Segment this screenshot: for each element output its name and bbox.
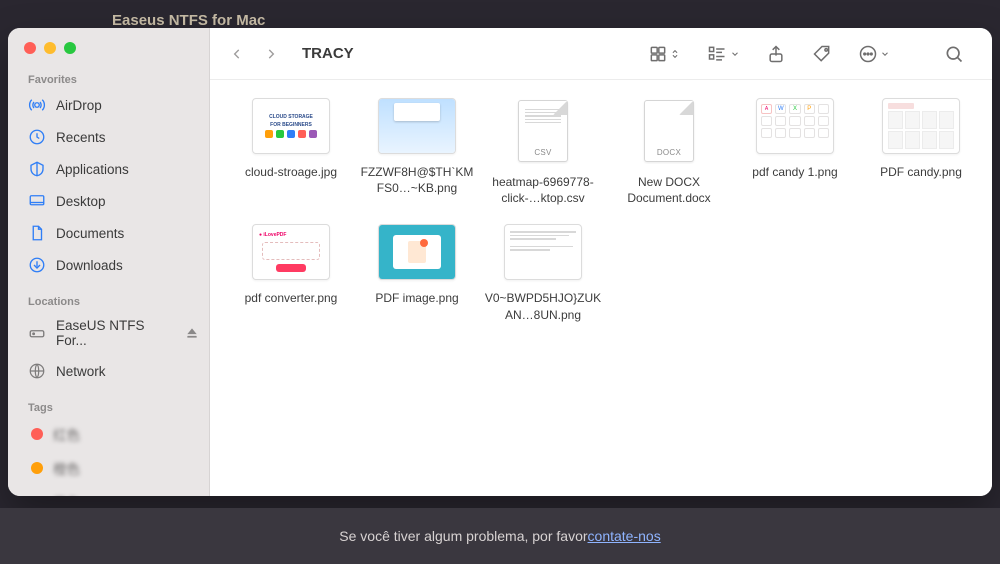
tag-dot-icon [31,462,43,474]
sidebar-tag-orange[interactable]: 橙色 [8,452,209,484]
sidebar-section-tags: Tags [8,400,209,418]
sidebar-locations-list: EaseUS NTFS For... Network [8,312,209,386]
sidebar-item-label: Documents [56,226,124,241]
file-thumbnail [504,224,582,280]
document-icon [28,224,46,242]
sidebar-tags-list: 红色 橙色 黄色 [8,418,209,496]
file-name: pdf converter.png [245,290,338,306]
sidebar-tag-red[interactable]: 红色 [8,418,209,450]
close-window-button[interactable] [24,42,36,54]
file-grid: CLOUD STORAGEFOR BEGINNERS cloud-stroage… [228,98,984,323]
file-thumbnail: AWXP [756,98,834,154]
file-item[interactable]: AWXP pdf candy 1.png [732,98,858,206]
file-grid-area[interactable]: CLOUD STORAGEFOR BEGINNERS cloud-stroage… [210,80,992,496]
sidebar-item-label: Downloads [56,258,123,273]
window-title: TRACY [302,45,354,62]
contact-us-link[interactable]: contate-nos [588,528,661,544]
search-button[interactable] [944,44,964,64]
file-name: V0~BWPD5HJO}ZUKAN…8UN.png [483,290,603,322]
file-thumbnail [882,98,960,154]
download-icon [28,256,46,274]
sidebar-item-label: Recents [56,130,106,145]
sidebar-item-recents[interactable]: Recents [8,122,209,152]
sidebar-item-label: 黄色 [53,492,80,496]
sidebar-section-locations: Locations [8,294,209,312]
share-button[interactable] [766,44,786,64]
more-button[interactable] [858,44,890,64]
main-panel: TRACY [210,28,992,496]
footer-bar: Se você tiver algum problema, por favor … [0,508,1000,564]
file-item[interactable]: FZZWF8H@$TH`KMFS0…~KB.png [354,98,480,206]
file-name: pdf candy 1.png [752,164,837,180]
sidebar-item-label: 红色 [53,424,80,444]
sidebar-item-network[interactable]: Network [8,356,209,386]
file-name: New DOCX Document.docx [609,174,729,206]
view-mode-button[interactable] [648,44,680,64]
forward-button[interactable] [264,45,278,63]
sidebar-item-label: Desktop [56,194,106,209]
file-item[interactable]: V0~BWPD5HJO}ZUKAN…8UN.png [480,224,606,322]
toolbar: TRACY [210,28,992,80]
file-item[interactable]: ● iLovePDF pdf converter.png [228,224,354,322]
sidebar-item-downloads[interactable]: Downloads [8,250,209,280]
file-name: PDF candy.png [880,164,962,180]
file-name: heatmap-6969778-click-…ktop.csv [483,174,603,206]
file-name: PDF image.png [375,290,458,306]
sidebar-item-applications[interactable]: Applications [8,154,209,184]
minimize-window-button[interactable] [44,42,56,54]
clock-icon [28,128,46,146]
nav-arrows [230,45,278,63]
drive-icon [28,324,46,342]
file-thumbnail: ● iLovePDF [252,224,330,280]
file-thumbnail [378,224,456,280]
finder-window: Favorites AirDrop Recents Applications [8,28,992,496]
fullscreen-window-button[interactable] [64,42,76,54]
footer-text: Se você tiver algum problema, por favor [339,528,587,544]
globe-icon [28,362,46,380]
tag-button[interactable] [812,44,832,64]
tag-dot-icon [31,428,43,440]
sidebar-item-label: EaseUS NTFS For... [56,318,175,348]
sidebar-item-airdrop[interactable]: AirDrop [8,90,209,120]
file-item[interactable]: PDF candy.png [858,98,984,206]
desktop-icon [28,192,46,210]
file-thumbnail [378,98,456,154]
file-name: FZZWF8H@$TH`KMFS0…~KB.png [357,164,477,196]
sidebar-item-label: 橙色 [53,458,80,478]
background-app-title: Easeus NTFS for Mac [112,12,265,29]
file-thumbnail: CLOUD STORAGEFOR BEGINNERS [252,98,330,154]
window-controls [8,28,209,72]
eject-icon[interactable] [185,326,199,340]
sidebar-tag-yellow[interactable]: 黄色 [8,486,209,496]
toolbar-actions [648,44,964,64]
sidebar: Favorites AirDrop Recents Applications [8,28,210,496]
file-item[interactable]: PDF image.png [354,224,480,322]
file-name: cloud-stroage.jpg [245,164,337,180]
file-item[interactable]: CSV heatmap-6969778-click-…ktop.csv [480,98,606,206]
group-by-button[interactable] [706,44,740,64]
airdrop-icon [28,96,46,114]
sidebar-favorites-list: AirDrop Recents Applications Desktop [8,90,209,280]
applications-icon [28,160,46,178]
sidebar-item-desktop[interactable]: Desktop [8,186,209,216]
file-item[interactable]: CLOUD STORAGEFOR BEGINNERS cloud-stroage… [228,98,354,206]
back-button[interactable] [230,45,244,63]
file-thumbnail: DOCX [630,98,708,164]
file-thumbnail: CSV [504,98,582,164]
sidebar-item-label: Network [56,364,106,379]
sidebar-item-label: Applications [56,162,129,177]
file-item[interactable]: DOCX New DOCX Document.docx [606,98,732,206]
sidebar-section-favorites: Favorites [8,72,209,90]
sidebar-item-easeus-drive[interactable]: EaseUS NTFS For... [8,312,209,354]
sidebar-item-documents[interactable]: Documents [8,218,209,248]
sidebar-item-label: AirDrop [56,98,102,113]
